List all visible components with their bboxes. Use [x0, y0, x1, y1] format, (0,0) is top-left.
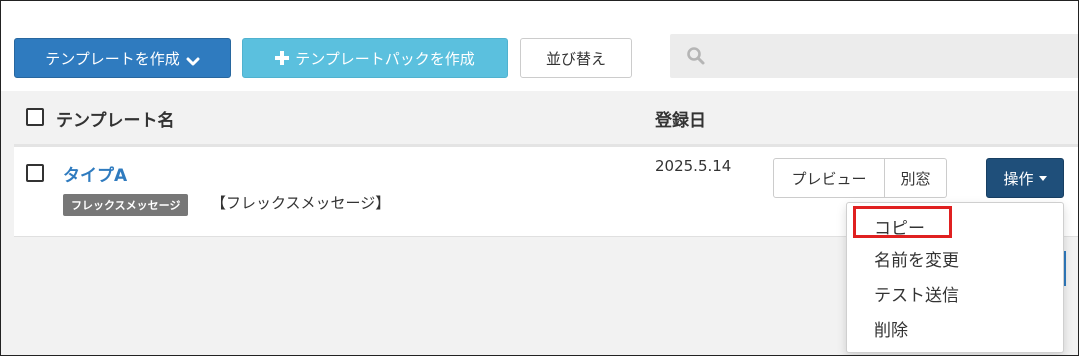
table-header: テンプレート名 登録日: [14, 91, 1078, 147]
menu-item-delete[interactable]: 削除: [874, 316, 908, 341]
plus-icon: [275, 51, 290, 65]
create-template-label: テンプレートを作成: [45, 49, 180, 68]
create-template-button[interactable]: テンプレートを作成: [14, 38, 231, 78]
column-header-name: テンプレート名: [56, 111, 175, 131]
menu-item-copy[interactable]: コピー: [874, 214, 925, 239]
create-template-pack-label: テンプレートパックを作成: [295, 49, 475, 68]
toolbar: テンプレートを作成 テンプレートパックを作成 並び替え: [1, 1, 1078, 91]
row-checkbox[interactable]: [26, 164, 44, 182]
caret-down-icon: [1038, 175, 1047, 181]
preview-button-group: プレビュー 別窓: [773, 158, 947, 198]
page-frame: テンプレートを作成 テンプレートパックを作成 並び替え テンプレート名 登録日 …: [0, 0, 1079, 356]
sort-label: 並び替え: [545, 49, 606, 68]
type-badge: フレックスメッセージ: [63, 194, 189, 216]
column-header-date: 登録日: [655, 111, 706, 131]
operations-dropdown-menu: コピー 名前を変更 テスト送信 削除: [846, 202, 1064, 353]
preview-button[interactable]: プレビュー: [773, 158, 885, 198]
template-title-link[interactable]: タイプA: [63, 161, 127, 186]
menu-item-rename[interactable]: 名前を変更: [874, 246, 959, 271]
preview-label: プレビュー: [791, 169, 867, 188]
search-icon: [686, 46, 706, 66]
open-new-window-label: 別窓: [900, 169, 931, 188]
create-template-pack-button[interactable]: テンプレートパックを作成: [242, 38, 508, 78]
menu-item-test-send[interactable]: テスト送信: [874, 281, 959, 306]
registered-date: 2025.5.14: [655, 157, 732, 175]
operations-dropdown-button[interactable]: 操作: [986, 158, 1064, 198]
open-new-window-button[interactable]: 別窓: [885, 158, 947, 198]
select-all-checkbox[interactable]: [26, 108, 44, 126]
chevron-down-icon: [186, 53, 200, 66]
type-text: 【フレックスメッセージ】: [211, 194, 391, 212]
sort-button[interactable]: 並び替え: [520, 38, 632, 78]
operations-label: 操作: [1003, 169, 1034, 188]
search-input[interactable]: [670, 34, 1078, 78]
